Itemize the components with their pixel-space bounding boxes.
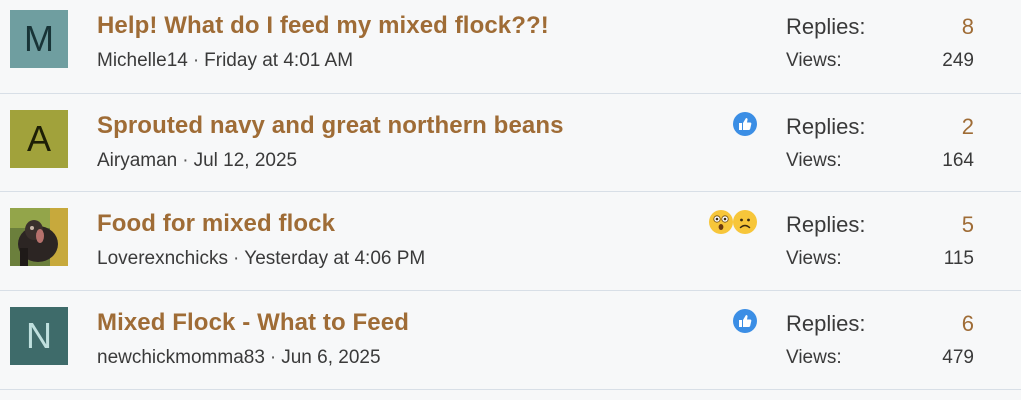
replies-label: Replies:	[786, 212, 866, 237]
replies-label: Replies:	[786, 14, 866, 39]
thread-title-link[interactable]: Sprouted navy and great northern beans	[97, 112, 564, 140]
author-link[interactable]: Loverexnchicks	[97, 248, 228, 269]
avatar-letter: A	[26, 118, 51, 159]
author-link[interactable]: Michelle14	[97, 50, 188, 71]
replies-count[interactable]: 2	[962, 114, 974, 140]
avatar[interactable]	[10, 208, 68, 266]
reactions[interactable]	[733, 112, 757, 136]
replies-count[interactable]: 5	[962, 212, 974, 238]
views-count: 249	[942, 50, 974, 71]
author-link[interactable]: newchickmomma83	[97, 347, 265, 368]
author-link[interactable]: Airyaman	[97, 150, 177, 171]
thread-date-link[interactable]: Yesterday at 4:06 PM	[244, 248, 425, 269]
views-count: 164	[942, 150, 974, 171]
reactions[interactable]	[733, 309, 757, 333]
thread-list: M Help! What do I feed my mixed flock??!…	[0, 0, 1021, 400]
thread-row: A Sprouted navy and great northern beans…	[0, 94, 1021, 192]
thread-meta: Airyaman · Jul 12, 2025	[97, 150, 297, 172]
thread-title-link[interactable]: Help! What do I feed my mixed flock??!	[97, 12, 549, 40]
meta-separator: ·	[269, 347, 277, 368]
thread-title-link[interactable]: Food for mixed flock	[97, 210, 335, 238]
avatar[interactable]: N	[10, 307, 68, 365]
views-label: Views:	[786, 347, 842, 368]
thread-date-link[interactable]: Jun 6, 2025	[281, 347, 380, 368]
wow-icon[interactable]	[709, 210, 733, 234]
meta-separator: ·	[232, 248, 240, 269]
replies-label: Replies:	[786, 311, 866, 336]
views-label: Views:	[786, 248, 842, 269]
replies-count[interactable]: 6	[962, 311, 974, 337]
turkey-photo-icon	[10, 208, 68, 266]
thread-meta: newchickmomma83 · Jun 6, 2025	[97, 347, 381, 369]
avatar[interactable]: A	[10, 110, 68, 168]
avatar-letter: M	[24, 18, 54, 59]
like-icon[interactable]	[733, 112, 757, 136]
avatar[interactable]: M	[10, 10, 68, 68]
thread-row: Food for mixed flock Loverexnchicks · Yest…	[0, 192, 1021, 291]
views-count: 479	[942, 347, 974, 368]
thread-date-link[interactable]: Jul 12, 2025	[194, 150, 298, 171]
replies-label: Replies:	[786, 114, 866, 139]
thread-row: M Help! What do I feed my mixed flock??!…	[0, 0, 1021, 94]
thread-meta: Loverexnchicks · Yesterday at 4:06 PM	[97, 248, 425, 270]
replies-count[interactable]: 8	[962, 14, 974, 40]
thread-row: N Mixed Flock - What to Feed newchickmom…	[0, 291, 1021, 390]
meta-separator: ·	[192, 50, 200, 71]
thread-meta: Michelle14 · Friday at 4:01 AM	[97, 50, 353, 72]
thread-title-link[interactable]: Mixed Flock - What to Feed	[97, 309, 409, 337]
views-label: Views:	[786, 150, 842, 171]
thread-date-link[interactable]: Friday at 4:01 AM	[204, 50, 353, 71]
avatar-letter: N	[26, 315, 52, 356]
reactions[interactable]	[709, 210, 757, 234]
meta-separator: ·	[182, 150, 189, 171]
like-icon[interactable]	[733, 309, 757, 333]
views-label: Views:	[786, 50, 842, 71]
sad-icon[interactable]	[733, 210, 757, 234]
views-count: 115	[943, 248, 974, 269]
